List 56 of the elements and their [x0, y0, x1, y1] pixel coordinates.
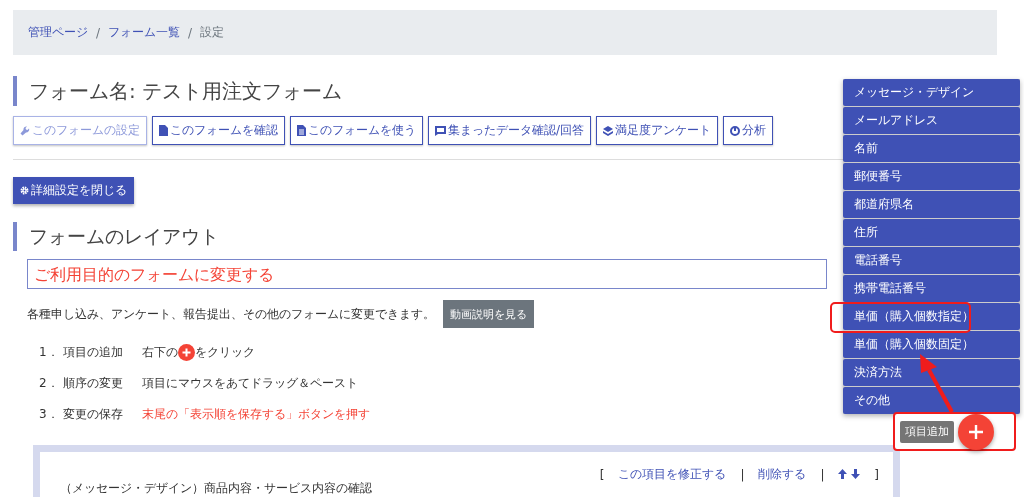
- menu-item[interactable]: 都道府県名: [843, 191, 1020, 218]
- message-icon: [435, 125, 446, 136]
- form-tab[interactable]: 満足度アンケート: [596, 116, 719, 145]
- breadcrumb-current: 設定: [200, 24, 225, 41]
- menu-item[interactable]: 名前: [843, 135, 1020, 162]
- document-icon: [159, 125, 168, 136]
- step-number: 1．: [39, 343, 60, 361]
- breadcrumb-link[interactable]: 管理ページ: [28, 24, 88, 41]
- menu-item[interactable]: 携帯電話番号: [843, 275, 1020, 302]
- form-tab[interactable]: 集まったデータ確認/回答: [428, 116, 592, 145]
- gear-icon: [20, 186, 29, 195]
- up-arrow-icon[interactable]: [838, 468, 848, 479]
- plus-icon: [969, 424, 983, 439]
- separator-text: |: [740, 467, 745, 482]
- menu-item[interactable]: その他: [843, 387, 1020, 414]
- menu-item[interactable]: 電話番号: [843, 247, 1020, 274]
- menu-item[interactable]: メッセージ・デザイン: [843, 79, 1020, 106]
- item-action-link[interactable]: この項目を修正する: [618, 466, 727, 483]
- layers-icon: [603, 125, 614, 136]
- step-text: をクリック: [195, 343, 255, 361]
- tooltip: 項目追加: [900, 420, 954, 443]
- menu-item[interactable]: 単価（購入個数固定）: [843, 331, 1020, 358]
- menu-item[interactable]: 住所: [843, 219, 1020, 246]
- add-item-button[interactable]: [958, 413, 994, 450]
- form-tab[interactable]: このフォームを確認: [152, 116, 285, 145]
- step-number: 2．: [39, 374, 60, 392]
- step-text: 右下の: [142, 343, 178, 361]
- step-text: 項目にマウスをあてドラッグ＆ペースト: [142, 374, 358, 392]
- menu-item[interactable]: 単価（購入個数指定）: [843, 303, 1020, 330]
- menu-item[interactable]: メールアドレス: [843, 107, 1020, 134]
- close-settings-button[interactable]: 詳細設定を閉じる: [13, 177, 134, 204]
- bracket-text: ]: [874, 467, 879, 482]
- bracket-text: [: [599, 467, 605, 482]
- step-label: 順序の変更: [63, 374, 124, 392]
- menu-item[interactable]: 決済方法: [843, 359, 1020, 386]
- breadcrumb-link[interactable]: フォーム一覧: [108, 24, 181, 41]
- step-label: 項目の追加: [63, 343, 124, 361]
- video-button[interactable]: 動画説明を見る: [443, 300, 534, 328]
- down-arrow-icon[interactable]: [851, 468, 861, 479]
- document-icon: [297, 125, 306, 136]
- form-tab[interactable]: このフォームを使う: [290, 116, 423, 145]
- breadcrumb-separator: /: [188, 25, 193, 40]
- plus-circle-icon: [178, 343, 195, 361]
- item-title: （メッセージ・デザイン）商品内容・サービス内容の確認: [60, 480, 372, 497]
- pie-chart-icon: [730, 125, 741, 136]
- step-label: 変更の保存: [63, 405, 124, 423]
- breadcrumb-separator: /: [96, 25, 101, 40]
- wrench-icon: [20, 125, 30, 136]
- form-tab[interactable]: 分析: [723, 116, 774, 145]
- item-action-link[interactable]: 削除する: [758, 466, 807, 483]
- step-warning-text: 末尾の「表示順を保存する」ボタンを押す: [142, 405, 370, 423]
- change-purpose-link[interactable]: ご利用目的のフォームに変更する: [27, 259, 827, 289]
- separator-text: |: [820, 467, 825, 482]
- description-text: 各種申し込み、アンケート、報告提出、その他のフォームに変更できます。: [27, 305, 435, 323]
- step-number: 3．: [39, 405, 60, 423]
- menu-item[interactable]: 郵便番号: [843, 163, 1020, 190]
